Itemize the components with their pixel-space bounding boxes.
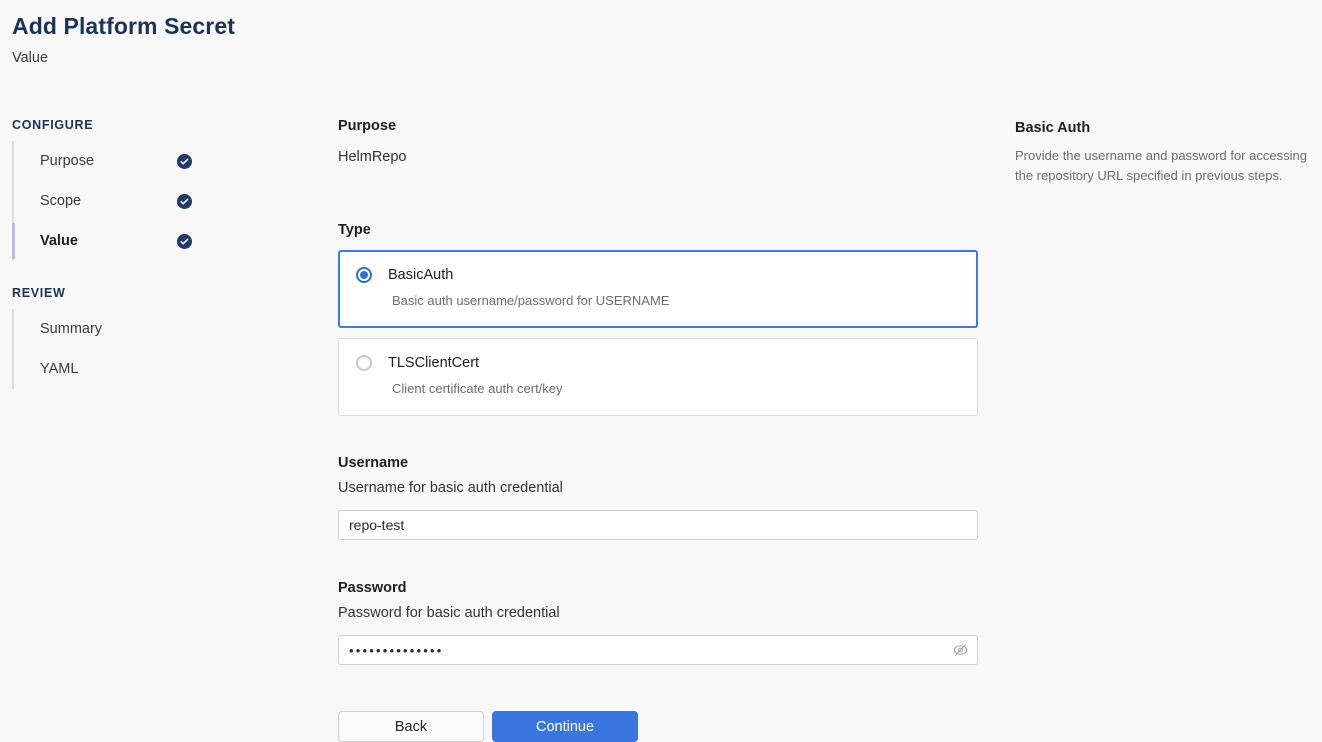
type-label: Type <box>338 222 371 238</box>
purpose-section: Purpose HelmRepo <box>338 116 978 167</box>
wizard-navigation: CONFIGURE Purpose Scope Value REVIEW Sum… <box>12 118 222 389</box>
check-circle-icon <box>177 193 192 209</box>
eye-off-icon[interactable] <box>952 642 969 659</box>
radio-label-tlsclientcert: TLSClientCert <box>388 355 480 371</box>
sidebar-item-label: Scope <box>40 193 82 209</box>
sidebar-item-label: YAML <box>40 361 79 377</box>
radio-card-basicauth[interactable]: BasicAuth Basic auth username/password f… <box>338 250 978 328</box>
password-input-wrap <box>338 635 978 665</box>
purpose-value: HelmRepo <box>338 149 407 165</box>
username-label: Username <box>338 455 409 471</box>
help-panel-body: Provide the username and password for ac… <box>1015 148 1307 183</box>
radio-card-tlsclientcert[interactable]: TLSClientCert Client certificate auth ce… <box>338 338 978 416</box>
password-input[interactable] <box>338 635 978 665</box>
password-help-text: Password for basic auth credential <box>338 605 560 621</box>
nav-rail-configure: Purpose Scope Value <box>12 141 222 261</box>
radio-row: TLSClientCert <box>356 355 959 371</box>
purpose-label: Purpose <box>338 118 397 134</box>
page-header: Add Platform Secret Value <box>12 12 612 68</box>
form-column: Purpose HelmRepo Type BasicAuth Basic au… <box>338 116 978 742</box>
nav-group-title-configure: CONFIGURE <box>12 118 94 132</box>
sidebar-item-purpose[interactable]: Purpose <box>14 141 222 181</box>
radio-description-basicauth: Basic auth username/password for USERNAM… <box>392 293 670 308</box>
continue-button[interactable]: Continue <box>492 711 638 742</box>
page-subtitle: Value <box>12 50 49 66</box>
active-step-indicator <box>12 223 15 259</box>
radio-inner-dot <box>360 271 368 279</box>
username-input-wrap <box>338 510 978 540</box>
sidebar-item-scope[interactable]: Scope <box>14 181 222 221</box>
radio-button-basicauth[interactable] <box>356 267 372 283</box>
password-label: Password <box>338 580 407 596</box>
sidebar-item-summary[interactable]: Summary <box>14 309 222 349</box>
radio-row: BasicAuth <box>356 267 959 283</box>
sidebar-item-yaml[interactable]: YAML <box>14 349 222 389</box>
radio-description-tlsclientcert: Client certificate auth cert/key <box>392 381 563 396</box>
page-title: Add Platform Secret <box>12 13 236 39</box>
sidebar-item-label: Purpose <box>40 153 95 169</box>
nav-group-title-review: REVIEW <box>12 286 66 300</box>
button-row: Back Continue <box>338 711 978 742</box>
help-panel-title: Basic Auth <box>1015 120 1091 136</box>
radio-button-tlsclientcert[interactable] <box>356 355 372 371</box>
username-section: Username Username for basic auth credent… <box>338 453 978 540</box>
type-section: Type BasicAuth Basic auth username/passw… <box>338 220 978 416</box>
back-button[interactable]: Back <box>338 711 484 742</box>
username-help-text: Username for basic auth credential <box>338 480 563 496</box>
sidebar-item-label: Value <box>40 233 78 249</box>
check-circle-icon <box>177 233 192 249</box>
help-panel: Basic Auth Provide the username and pass… <box>1015 118 1307 186</box>
sidebar-item-label: Summary <box>40 321 103 337</box>
username-input[interactable] <box>338 510 978 540</box>
nav-rail-review: Summary YAML <box>12 309 222 389</box>
sidebar-item-value[interactable]: Value <box>12 221 222 261</box>
radio-label-basicauth: BasicAuth <box>388 267 454 283</box>
check-circle-icon <box>177 153 192 169</box>
password-section: Password Password for basic auth credent… <box>338 578 978 665</box>
